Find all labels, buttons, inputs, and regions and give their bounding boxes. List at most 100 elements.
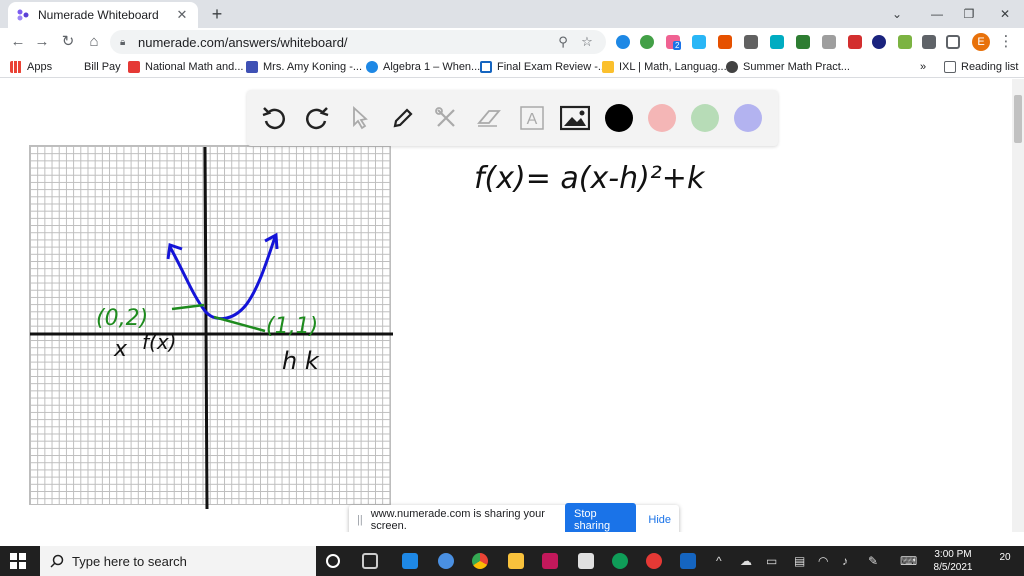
store-icon[interactable] [578,553,594,569]
globe-icon [366,61,378,73]
pen-workspace-icon[interactable]: ✎ [868,554,878,568]
point-right-label: (1,1) [266,314,318,339]
eraser-icon [477,110,501,127]
outlook-icon[interactable] [680,553,696,569]
reading-list-button[interactable]: Reading list [944,59,1018,75]
restore-button[interactable]: ❐ [958,4,980,24]
hide-button[interactable]: Hide [648,514,671,526]
system-clock[interactable]: 3:00 PM 8/5/2021 [922,548,984,574]
color-swatch-black[interactable] [605,104,633,132]
image-tool-button[interactable] [560,103,590,133]
pdf-extension-icon[interactable] [848,35,862,49]
taskbar-search-box[interactable]: Type here to search [40,546,316,576]
extension-icon-9[interactable] [822,35,836,49]
windows-taskbar: Type here to search ^ ☁ ▭ ▤ ◠ ♪ ✎ ⌨ 3:00… [0,546,1024,576]
color-swatch-green[interactable] [691,104,719,132]
extension-icon-7[interactable] [770,35,784,49]
bookmark-algebra-1[interactable]: Algebra 1 – When... [366,59,480,75]
bookmark-final-exam-review[interactable]: Final Exam Review -... [480,59,607,75]
bookmark-bill-pay[interactable]: Bill Pay [84,59,121,75]
numerade-logo-icon [17,9,29,21]
chrome-taskbar-icon[interactable] [472,553,488,569]
wifi-icon[interactable]: ◠ [818,554,828,568]
cast-icon[interactable] [946,35,960,49]
edge-icon[interactable] [612,553,628,569]
show-hidden-icons[interactable]: ^ [716,554,722,568]
volume-icon[interactable]: ♪ [842,554,848,568]
bookmark-national-math[interactable]: National Math and... [128,59,243,75]
bookmark-label: Mrs. Amy Koning -... [263,61,363,73]
bookmark-label: Final Exam Review -... [497,61,608,73]
bookmark-label: Bill Pay [84,61,121,73]
clock-date: 8/5/2021 [933,562,973,573]
pen-tool-button[interactable] [388,103,418,133]
bookmark-summer-math[interactable]: Summer Math Pract... [726,59,850,75]
app-icon-red[interactable] [646,553,662,569]
vertical-scrollbar[interactable] [1012,79,1024,532]
extension-icon-8[interactable] [796,35,810,49]
bookmark-ixl[interactable]: IXL | Math, Languag... [602,59,727,75]
zoom-search-icon[interactable]: ⚲ [554,34,572,50]
whiteboard-page: (0,2) (1,1) x f(x) h k f(x)= a(x-h)²+k A… [0,79,1012,532]
extensions-puzzle-icon[interactable] [922,35,936,49]
tab-close-icon[interactable]: ✕ [174,7,190,23]
battery-icon[interactable]: ▭ [766,554,777,568]
stop-sharing-button[interactable]: Stop sharing [565,503,637,532]
color-swatch-purple[interactable] [734,104,762,132]
undo-icon [262,107,285,130]
color-swatch-pink[interactable] [648,104,676,132]
select-tool-button[interactable] [345,103,375,133]
redo-button[interactable] [302,103,332,133]
extension-icon-6[interactable] [744,35,758,49]
bookmark-star-icon[interactable]: ☆ [578,34,596,50]
bookmark-apps[interactable]: Apps [10,59,52,75]
notifications-button[interactable]: 20 [996,552,1014,570]
extension-icon-11[interactable] [898,35,912,49]
weather-app-icon[interactable] [402,553,418,569]
shapes-tool-button[interactable] [431,103,461,133]
extension-icon-10[interactable] [872,35,886,49]
minimize-button[interactable]: — [926,4,948,24]
media-app-icon[interactable] [438,553,454,569]
tab-title: Numerade Whiteboard [38,8,159,22]
tab-search-icon[interactable]: ⌄ [886,4,908,24]
new-tab-button[interactable]: + [207,4,227,24]
eraser-tool-button[interactable] [474,103,504,133]
windows-start-icon[interactable] [10,553,26,569]
home-button[interactable]: ⌂ [84,32,104,52]
url-text[interactable]: numerade.com/answers/whiteboard/ [138,35,548,50]
extension-icon-4[interactable] [692,35,706,49]
drag-handle[interactable]: || [357,514,363,526]
reload-button[interactable]: ↻ [58,32,78,52]
bookmark-label: National Math and... [145,61,244,73]
extension-icon-3[interactable]: 2 [666,35,682,50]
forward-button[interactable]: → [32,32,52,52]
keyboard-icon[interactable]: ⌨ [900,554,917,568]
close-window-button[interactable]: ✕ [994,4,1016,24]
pen-icon [393,108,413,128]
scrollbar-thumb[interactable] [1014,95,1022,143]
point-left-label: (0,2) [96,306,148,331]
screen-sharing-bar: || www.numerade.com is sharing your scre… [349,503,679,532]
extension-icon-2[interactable] [640,35,654,49]
text-tool-button[interactable]: A [517,103,547,133]
back-button[interactable]: ← [8,32,28,52]
onedrive-icon[interactable]: ☁ [740,554,752,568]
text-icon: A [520,106,544,130]
bookmark-mrs-amy-koning[interactable]: Mrs. Amy Koning -... [246,59,362,75]
meet-now-icon[interactable]: ▤ [794,554,805,568]
extension-icon-5[interactable] [718,35,732,49]
bookmarks-overflow-button[interactable]: » [920,59,926,75]
task-view-icon[interactable] [362,553,378,569]
address-bar[interactable]: 🔒︎ numerade.com/answers/whiteboard/ ⚲ ☆ [110,30,606,54]
file-explorer-icon[interactable] [508,553,524,569]
undo-button[interactable] [259,103,289,133]
profile-avatar[interactable]: E [972,33,990,51]
redo-icon [306,107,329,130]
whiteboard-canvas[interactable]: (0,2) (1,1) x f(x) h k f(x)= a(x-h)²+k [0,79,1012,532]
extension-icon-1[interactable] [616,35,630,49]
app-icon-pink[interactable] [542,553,558,569]
tab-numerade-whiteboard[interactable]: Numerade Whiteboard ✕ [8,2,198,28]
menu-icon[interactable]: ⋮ [996,32,1016,52]
cortana-icon[interactable] [326,554,340,568]
